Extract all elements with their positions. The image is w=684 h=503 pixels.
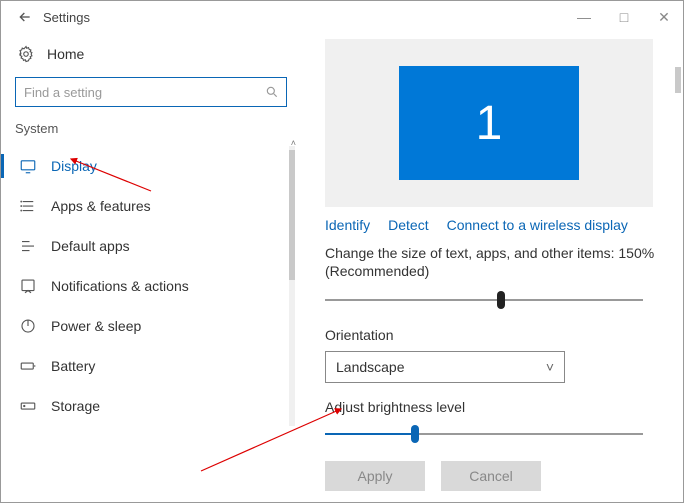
sidebar-item-apps-features[interactable]: Apps & features — [11, 186, 291, 226]
window-title: Settings — [43, 10, 90, 25]
sidebar-item-label: Notifications & actions — [51, 278, 189, 294]
search-icon — [265, 85, 279, 99]
sidebar-item-storage[interactable]: Storage — [11, 386, 291, 426]
cancel-button[interactable]: Cancel — [441, 461, 541, 491]
slider-fill — [325, 433, 411, 435]
sidebar-item-label: Power & sleep — [51, 318, 141, 334]
brightness-label: Adjust brightness level — [325, 399, 667, 415]
gear-icon — [17, 45, 35, 63]
window-controls: — □ ✕ — [575, 9, 673, 26]
sidebar-item-label: Apps & features — [51, 198, 151, 214]
scale-slider-thumb[interactable] — [497, 291, 505, 309]
chevron-down-icon: ˅ — [546, 359, 554, 375]
back-button[interactable] — [11, 9, 39, 25]
apply-cancel-row: Apply Cancel — [325, 461, 667, 491]
back-arrow-icon — [17, 9, 33, 25]
sidebar-item-display[interactable]: Display — [11, 146, 291, 186]
maximize-button[interactable]: □ — [615, 9, 633, 26]
scale-slider[interactable] — [325, 289, 643, 311]
sidebar-item-label: Default apps — [51, 238, 130, 254]
sidebar-item-battery[interactable]: Battery — [11, 346, 291, 386]
orientation-value: Landscape — [336, 359, 405, 375]
titlebar: Settings — □ ✕ — [1, 1, 683, 33]
orientation-label: Orientation — [325, 327, 667, 343]
detect-link[interactable]: Detect — [388, 217, 428, 233]
orientation-select[interactable]: Landscape ˅ — [325, 351, 565, 383]
home-button[interactable]: Home — [11, 39, 291, 77]
sidebar-item-label: Battery — [51, 358, 95, 374]
default-apps-icon — [19, 237, 37, 255]
main-scrollbar-thumb[interactable] — [675, 67, 681, 93]
sidebar-item-label: Storage — [51, 398, 100, 414]
main-scrollbar[interactable] — [675, 39, 681, 503]
monitor-1[interactable]: 1 — [399, 66, 579, 180]
sidebar-item-notifications[interactable]: Notifications & actions — [11, 266, 291, 306]
scale-label: Change the size of text, apps, and other… — [325, 245, 667, 261]
power-icon — [19, 317, 37, 335]
identify-link[interactable]: Identify — [325, 217, 370, 233]
monitor-preview-area: 1 — [325, 39, 653, 207]
scale-sublabel: (Recommended) — [325, 263, 667, 279]
settings-window: Settings — □ ✕ Home System — [0, 0, 684, 503]
minimize-button[interactable]: — — [575, 9, 593, 26]
sidebar-item-power-sleep[interactable]: Power & sleep — [11, 306, 291, 346]
sidebar-item-label: Display — [51, 158, 97, 174]
display-action-links: Identify Detect Connect to a wireless di… — [325, 217, 667, 233]
sidebar-item-default-apps[interactable]: Default apps — [11, 226, 291, 266]
storage-icon — [19, 397, 37, 415]
sidebar-nav: ˄ Display Apps & features — [11, 146, 291, 426]
brightness-slider-thumb[interactable] — [411, 425, 419, 443]
list-icon — [19, 197, 37, 215]
battery-icon — [19, 357, 37, 375]
slider-track — [325, 299, 643, 301]
close-button[interactable]: ✕ — [655, 9, 673, 26]
home-label: Home — [47, 46, 84, 62]
section-title: System — [15, 121, 287, 136]
search-input[interactable] — [15, 77, 287, 107]
main-content: 1 Identify Detect Connect to a wireless … — [301, 33, 683, 502]
brightness-slider[interactable] — [325, 423, 643, 445]
connect-wireless-link[interactable]: Connect to a wireless display — [447, 217, 628, 233]
monitor-icon — [19, 157, 37, 175]
search-wrap — [15, 77, 287, 107]
notifications-icon — [19, 277, 37, 295]
sidebar: Home System ˄ Display — [1, 33, 301, 502]
apply-button[interactable]: Apply — [325, 461, 425, 491]
monitor-number: 1 — [476, 96, 503, 151]
window-body: Home System ˄ Display — [1, 33, 683, 502]
